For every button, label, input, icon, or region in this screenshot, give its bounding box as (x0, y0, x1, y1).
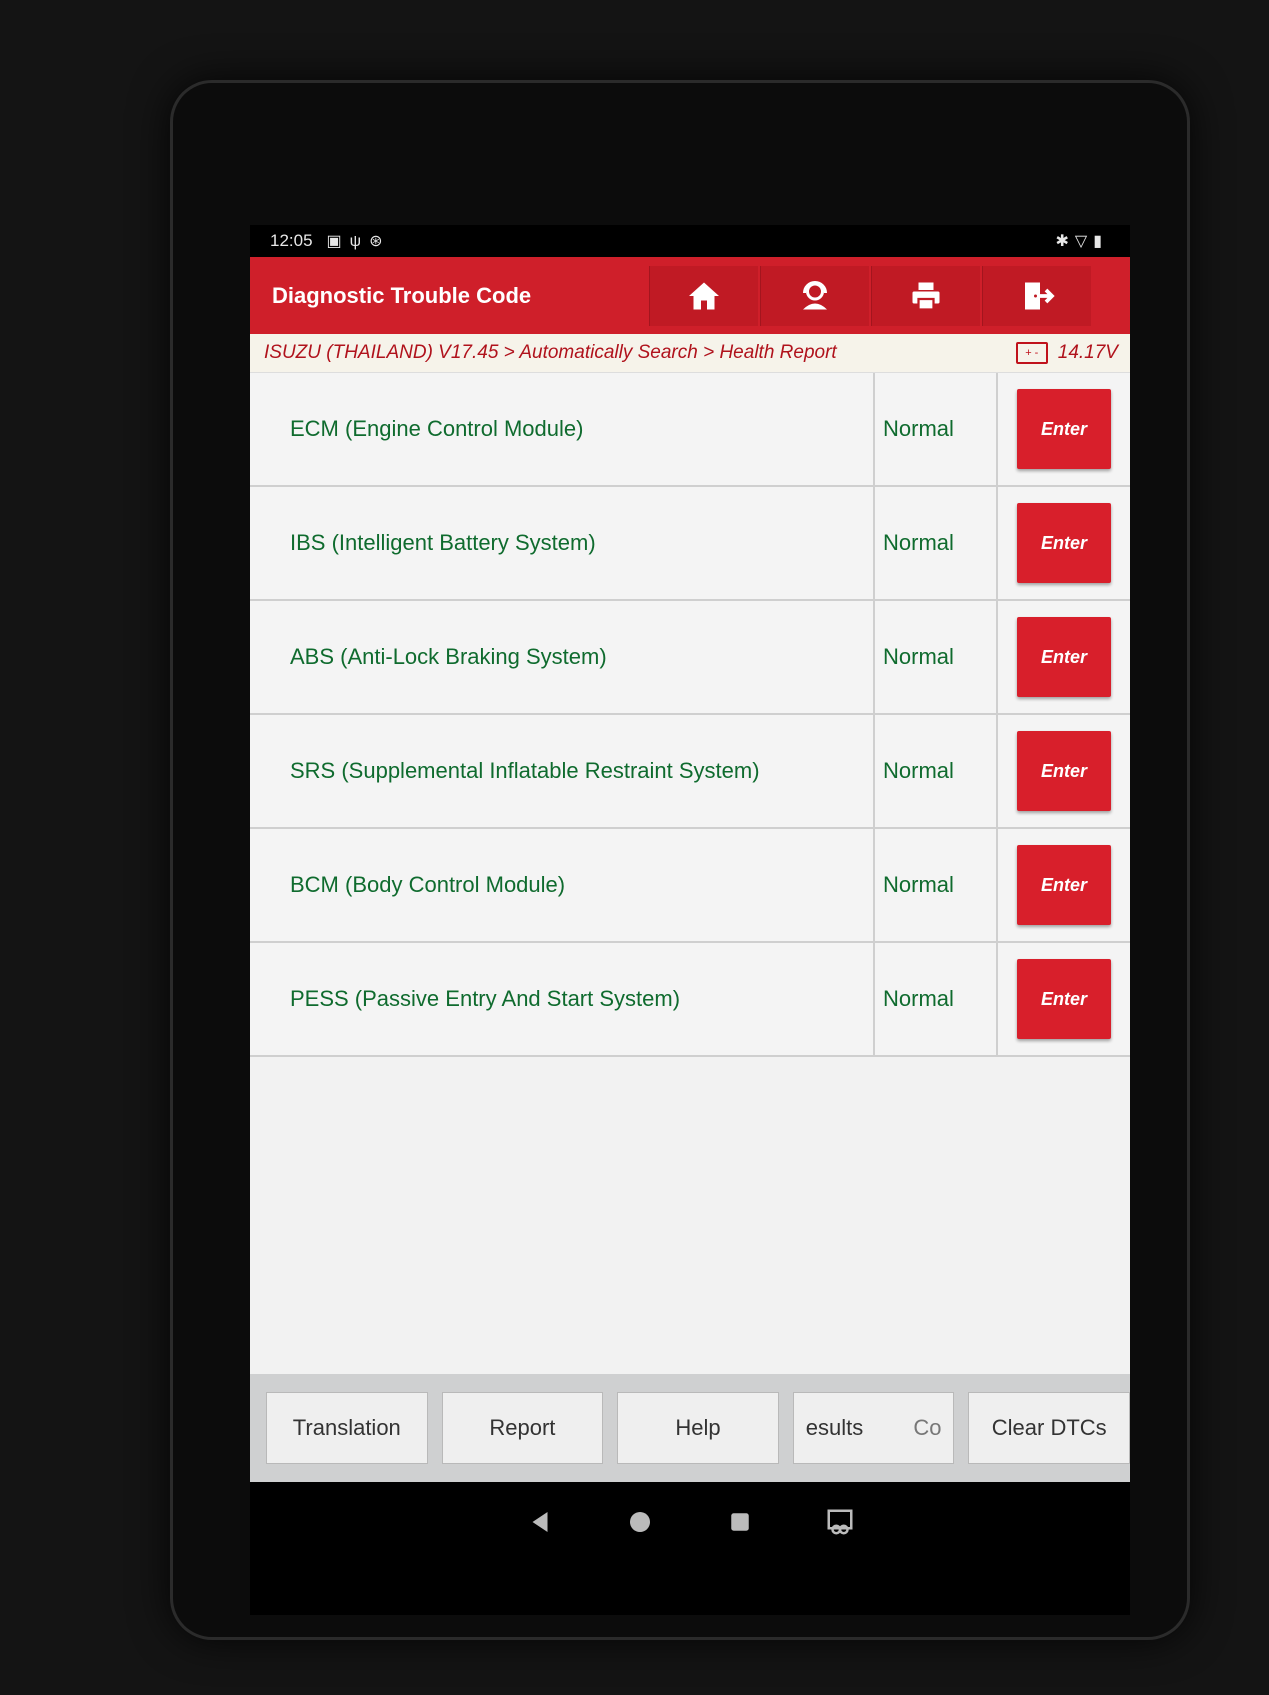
notification-icons: ▣ψ⊛ (327, 231, 391, 251)
android-nav-bar (250, 1482, 1130, 1562)
enter-button[interactable]: Enter (1017, 959, 1111, 1039)
report-button[interactable]: Report (441, 1392, 604, 1464)
partial-label: Co (913, 1415, 942, 1440)
recents-icon[interactable] (725, 1507, 755, 1537)
system-name: ECM (Engine Control Module) (250, 373, 875, 485)
system-list: ECM (Engine Control Module) Normal Enter… (250, 373, 1130, 1057)
enter-button[interactable]: Enter (1017, 617, 1111, 697)
diagnostic-app: Diagnostic Trouble Code ISUZU (THAILAND)… (250, 257, 1131, 1482)
bluetooth-icon: ✱ (1055, 233, 1075, 250)
usb-icon: ψ (349, 233, 370, 250)
enter-button[interactable]: Enter (1017, 503, 1111, 583)
list-item: SRS (Supplemental Inflatable Restraint S… (250, 715, 1130, 829)
breadcrumb-path: ISUZU (THAILAND) V17.45 > Automatically … (264, 342, 837, 363)
print-button[interactable] (871, 265, 980, 326)
page-title: Diagnostic Trouble Code (272, 282, 532, 308)
image-icon: ▣ (326, 233, 350, 250)
system-status: Normal (875, 943, 998, 1055)
home-icon (689, 282, 719, 309)
enter-button[interactable]: Enter (1017, 845, 1111, 925)
system-status: Normal (875, 373, 998, 485)
enter-button[interactable]: Enter (1017, 389, 1111, 469)
system-status: Normal (875, 487, 998, 599)
system-name: ABS (Anti-Lock Braking System) (250, 601, 875, 713)
voltage-value: 14.17V (1057, 342, 1118, 363)
list-item: BCM (Body Control Module) Normal Enter (250, 829, 1130, 943)
screenshot-icon[interactable] (825, 1507, 855, 1537)
breadcrumb: ISUZU (THAILAND) V17.45 > Automatically … (250, 334, 1130, 373)
enter-button[interactable]: Enter (1017, 731, 1111, 811)
settings-circle-icon: ⊛ (369, 233, 391, 250)
support-icon (803, 280, 827, 309)
clear-dtcs-button[interactable]: Clear DTCs (968, 1392, 1131, 1464)
support-button[interactable] (760, 265, 869, 326)
results-label: esults (805, 1415, 864, 1440)
battery-icon: ▮ (1093, 233, 1108, 250)
system-status: Normal (875, 829, 998, 941)
list-item: PESS (Passive Entry And Start System) No… (250, 943, 1130, 1057)
exit-icon (1025, 282, 1055, 309)
wifi-icon: ▽ (1074, 233, 1094, 250)
exit-button[interactable] (982, 265, 1091, 326)
system-status: Normal (875, 601, 998, 713)
list-item: ABS (Anti-Lock Braking System) Normal En… (250, 601, 1130, 715)
list-item: IBS (Intelligent Battery System) Normal … (250, 487, 1130, 601)
results-button[interactable]: esults Co (792, 1392, 955, 1464)
bottom-toolbar: Translation Report Help esults Co Clear … (250, 1374, 1131, 1482)
title-bar: Diagnostic Trouble Code (250, 257, 1130, 334)
home-button[interactable] (649, 265, 758, 326)
print-icon (912, 282, 940, 311)
translation-button[interactable]: Translation (266, 1392, 428, 1464)
clock: 12:05 (270, 231, 313, 250)
system-name: PESS (Passive Entry And Start System) (250, 943, 875, 1055)
list-item: ECM (Engine Control Module) Normal Enter (250, 373, 1130, 487)
system-name: IBS (Intelligent Battery System) (250, 487, 875, 599)
system-name: BCM (Body Control Module) (250, 829, 875, 941)
back-icon[interactable] (525, 1507, 555, 1537)
tablet-screen: 12:05 ▣ψ⊛ ✱▽▮ Diagnostic Trouble Code IS… (250, 225, 1131, 1615)
system-icons: ✱▽▮ (1055, 231, 1108, 251)
system-name: SRS (Supplemental Inflatable Restraint S… (250, 715, 875, 827)
voltage-indicator: + - 14.17V (1015, 342, 1118, 364)
system-status: Normal (875, 715, 998, 827)
status-bar: 12:05 ▣ψ⊛ ✱▽▮ (250, 225, 1130, 257)
help-button[interactable]: Help (617, 1392, 779, 1464)
home-nav-icon[interactable] (625, 1507, 655, 1537)
car-battery-icon: + - (1015, 342, 1048, 364)
